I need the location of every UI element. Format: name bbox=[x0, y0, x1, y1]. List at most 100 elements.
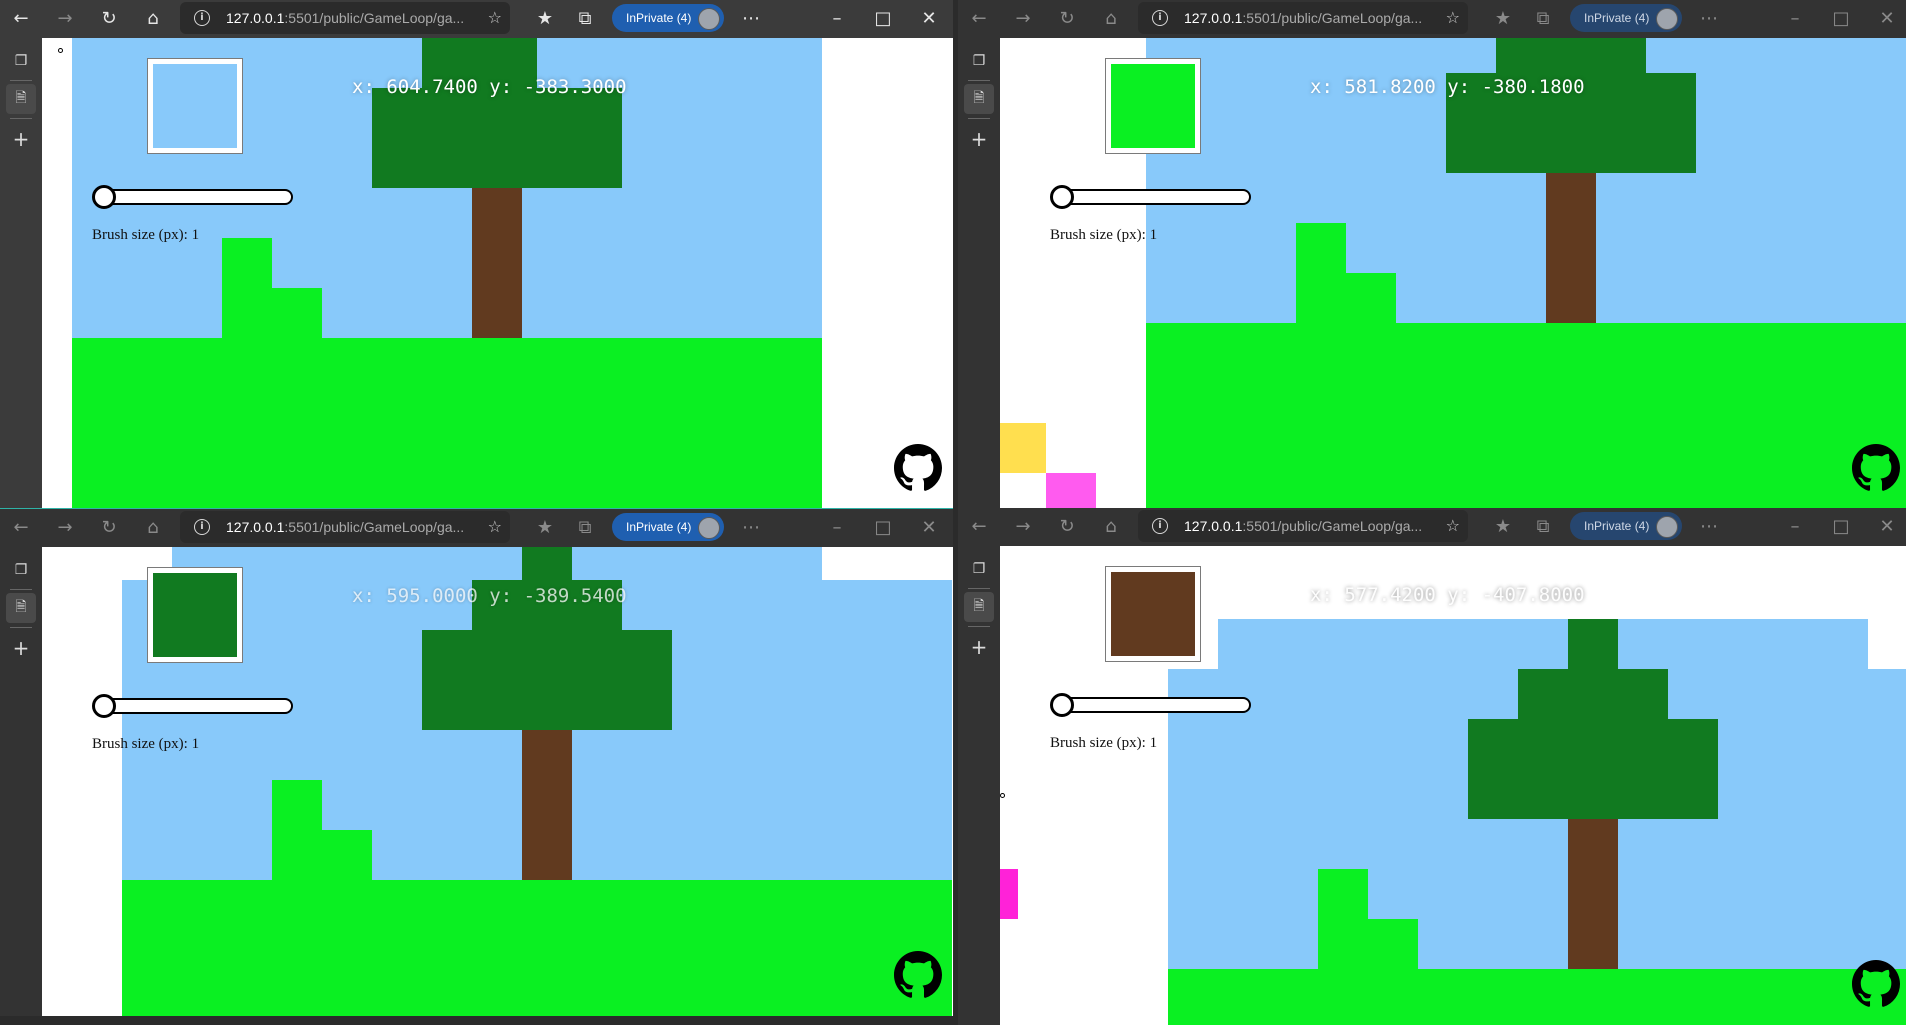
forward-arrow-icon[interactable]: → bbox=[50, 4, 80, 34]
slider-thumb[interactable] bbox=[92, 694, 116, 718]
tab-actions-icon[interactable]: ❐ bbox=[964, 46, 994, 76]
github-icon[interactable] bbox=[1852, 444, 1900, 492]
favorites-icon[interactable]: ★ bbox=[1488, 512, 1518, 542]
slider-thumb[interactable] bbox=[1050, 693, 1074, 717]
forward-arrow-icon[interactable]: → bbox=[50, 513, 80, 543]
add-favorite-icon[interactable]: ☆ bbox=[1446, 516, 1460, 535]
url-path: :5501/public/GameLoop/ga... bbox=[1242, 10, 1423, 26]
refresh-icon[interactable]: ↻ bbox=[94, 4, 124, 34]
url-text[interactable]: 127.0.0.1:5501/public/GameLoop/ga... bbox=[226, 10, 464, 26]
new-tab-icon[interactable]: + bbox=[964, 632, 994, 662]
home-icon[interactable]: ⌂ bbox=[138, 4, 168, 34]
favorites-icon[interactable]: ★ bbox=[530, 513, 560, 543]
back-arrow-icon[interactable]: ← bbox=[964, 4, 994, 34]
site-info-icon[interactable]: i bbox=[1152, 10, 1168, 26]
back-arrow-icon[interactable]: ← bbox=[964, 512, 994, 542]
page-icon[interactable]: 🗎 bbox=[964, 592, 994, 622]
more-icon[interactable]: ⋯ bbox=[736, 4, 766, 34]
vertical-tabs-sidebar: ❐ 🗎 + bbox=[0, 547, 42, 1016]
more-icon[interactable]: ⋯ bbox=[1694, 512, 1724, 542]
game-canvas[interactable]: x: 577.4200 y: -407.8000 Brush size (px)… bbox=[1000, 546, 1906, 1025]
page-icon[interactable]: 🗎 bbox=[6, 84, 36, 114]
tab-actions-icon[interactable]: ❐ bbox=[964, 554, 994, 584]
address-bar[interactable]: i 127.0.0.1:5501/public/GameLoop/ga... ☆ bbox=[1138, 510, 1468, 542]
back-arrow-icon[interactable]: ← bbox=[6, 4, 36, 34]
minimize-icon[interactable]: – bbox=[1780, 512, 1810, 542]
maximize-icon[interactable]: □ bbox=[868, 4, 898, 34]
maximize-icon[interactable]: □ bbox=[1826, 512, 1856, 542]
brush-size-slider[interactable] bbox=[92, 185, 293, 209]
refresh-icon[interactable]: ↻ bbox=[1052, 4, 1082, 34]
minimize-icon[interactable]: – bbox=[822, 513, 852, 543]
brush-size-slider[interactable] bbox=[92, 694, 293, 718]
add-favorite-icon[interactable]: ☆ bbox=[488, 8, 502, 27]
favorites-icon[interactable]: ★ bbox=[1488, 4, 1518, 34]
url-text[interactable]: 127.0.0.1:5501/public/GameLoop/ga... bbox=[1184, 10, 1422, 26]
inprivate-button[interactable]: InPrivate (4) bbox=[1570, 512, 1682, 540]
more-icon[interactable]: ⋯ bbox=[736, 513, 766, 543]
game-canvas[interactable]: x: 604.7400 y: -383.3000 Brush size (px)… bbox=[42, 38, 953, 508]
forward-arrow-icon[interactable]: → bbox=[1008, 512, 1038, 542]
refresh-icon[interactable]: ↻ bbox=[94, 513, 124, 543]
new-tab-icon[interactable]: + bbox=[964, 124, 994, 154]
slider-thumb[interactable] bbox=[1050, 185, 1074, 209]
url-text[interactable]: 127.0.0.1:5501/public/GameLoop/ga... bbox=[226, 519, 464, 535]
address-bar[interactable]: i 127.0.0.1:5501/public/GameLoop/ga... ☆ bbox=[1138, 2, 1468, 34]
collections-icon[interactable]: ⧉ bbox=[570, 4, 600, 34]
game-canvas[interactable]: x: 595.0000 y: -389.5400 Brush size (px)… bbox=[42, 547, 953, 1016]
site-info-icon[interactable]: i bbox=[194, 10, 210, 26]
close-icon[interactable]: ✕ bbox=[914, 4, 944, 34]
tree-leaves bbox=[1468, 719, 1718, 819]
canvas-margin bbox=[822, 38, 953, 508]
close-icon[interactable]: ✕ bbox=[1872, 4, 1902, 34]
slider-thumb[interactable] bbox=[92, 185, 116, 209]
home-icon[interactable]: ⌂ bbox=[1096, 512, 1126, 542]
refresh-icon[interactable]: ↻ bbox=[1052, 512, 1082, 542]
brush-size-slider[interactable] bbox=[1050, 185, 1251, 209]
url-text[interactable]: 127.0.0.1:5501/public/GameLoop/ga... bbox=[1184, 518, 1422, 534]
tree-trunk bbox=[1568, 819, 1618, 969]
close-icon[interactable]: ✕ bbox=[1872, 512, 1902, 542]
new-tab-icon[interactable]: + bbox=[6, 124, 36, 154]
game-canvas[interactable]: x: 581.8200 y: -380.1800 Brush size (px)… bbox=[1000, 38, 1906, 508]
minimize-icon[interactable]: – bbox=[822, 4, 852, 34]
collections-icon[interactable]: ⧉ bbox=[1528, 4, 1558, 34]
address-bar[interactable]: i 127.0.0.1:5501/public/GameLoop/ga... ☆ bbox=[180, 511, 510, 543]
inprivate-button[interactable]: InPrivate (4) bbox=[612, 513, 724, 541]
maximize-icon[interactable]: □ bbox=[868, 513, 898, 543]
more-icon[interactable]: ⋯ bbox=[1694, 4, 1724, 34]
home-icon[interactable]: ⌂ bbox=[138, 513, 168, 543]
add-favorite-icon[interactable]: ☆ bbox=[1446, 8, 1460, 27]
maximize-icon[interactable]: □ bbox=[1826, 4, 1856, 34]
sidebar-divider bbox=[968, 588, 990, 589]
site-info-icon[interactable]: i bbox=[1152, 518, 1168, 534]
brush-color-swatch[interactable] bbox=[147, 567, 243, 663]
new-tab-icon[interactable]: + bbox=[6, 633, 36, 663]
collections-icon[interactable]: ⧉ bbox=[570, 513, 600, 543]
brush-color-swatch[interactable] bbox=[1105, 566, 1201, 662]
inprivate-button[interactable]: InPrivate (4) bbox=[1570, 4, 1682, 32]
brush-color-swatch[interactable] bbox=[1105, 58, 1201, 154]
home-icon[interactable]: ⌂ bbox=[1096, 4, 1126, 34]
brush-size-label: Brush size (px): 1 bbox=[92, 227, 200, 243]
collections-icon[interactable]: ⧉ bbox=[1528, 512, 1558, 542]
tab-actions-icon[interactable]: ❐ bbox=[6, 555, 36, 585]
github-icon[interactable] bbox=[894, 951, 942, 999]
minimize-icon[interactable]: – bbox=[1780, 4, 1810, 34]
grass-ground bbox=[1146, 323, 1906, 508]
favorites-icon[interactable]: ★ bbox=[530, 4, 560, 34]
github-icon[interactable] bbox=[1852, 960, 1900, 1008]
address-bar[interactable]: i 127.0.0.1:5501/public/GameLoop/ga... ☆ bbox=[180, 2, 510, 34]
tab-actions-icon[interactable]: ❐ bbox=[6, 46, 36, 76]
page-icon[interactable]: 🗎 bbox=[6, 593, 36, 623]
page-icon[interactable]: 🗎 bbox=[964, 84, 994, 114]
brush-color-swatch[interactable] bbox=[147, 58, 243, 154]
site-info-icon[interactable]: i bbox=[194, 519, 210, 535]
forward-arrow-icon[interactable]: → bbox=[1008, 4, 1038, 34]
brush-size-slider[interactable] bbox=[1050, 693, 1251, 717]
inprivate-button[interactable]: InPrivate (4) bbox=[612, 4, 724, 32]
add-favorite-icon[interactable]: ☆ bbox=[488, 517, 502, 536]
back-arrow-icon[interactable]: ← bbox=[6, 513, 36, 543]
close-icon[interactable]: ✕ bbox=[914, 513, 944, 543]
github-icon[interactable] bbox=[894, 444, 942, 492]
